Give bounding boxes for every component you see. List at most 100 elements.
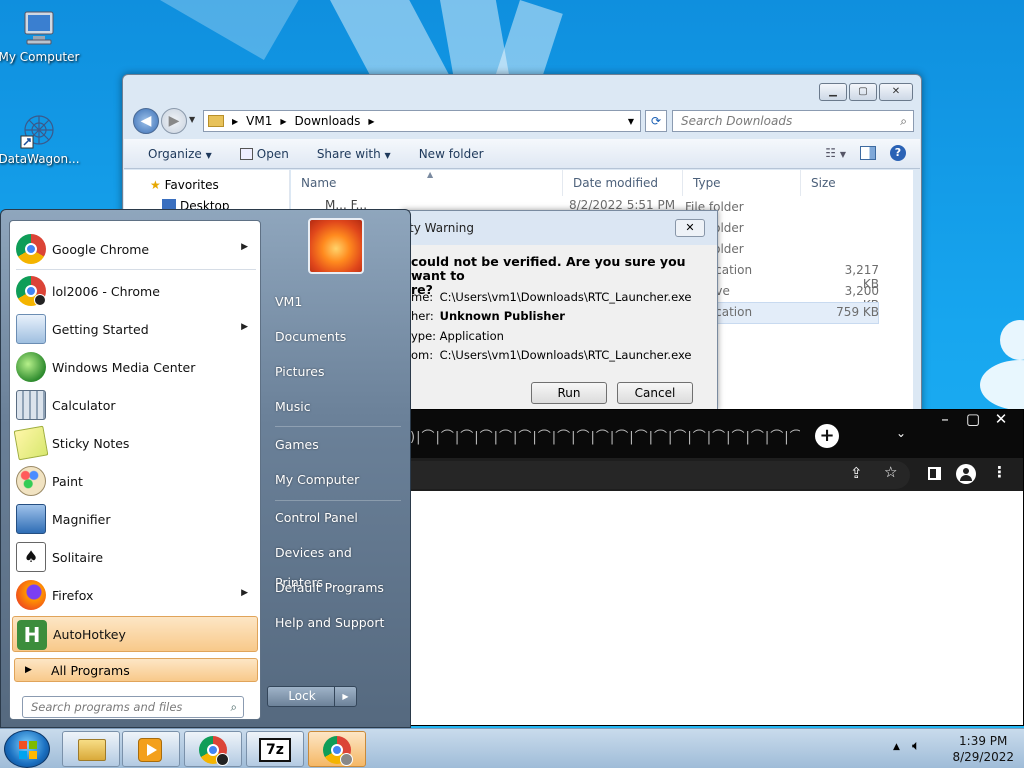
arrow-right-icon: ▶	[25, 665, 32, 675]
omnibox[interactable]	[410, 461, 910, 489]
forward-icon[interactable]: ▶	[161, 108, 187, 134]
program-label: lol2006 - Chrome	[52, 283, 160, 299]
column-header-type[interactable]: Type	[683, 170, 801, 196]
taskbar-media-player[interactable]	[122, 731, 180, 767]
lock-button[interactable]: Lock ▶	[267, 686, 357, 707]
recent-pages-icon[interactable]: ▼	[189, 115, 195, 124]
share-with-button[interactable]: Share with ▼	[317, 147, 391, 161]
search-input[interactable]: Search Downloads ⌕	[672, 110, 914, 132]
start-link-devices-printers[interactable]: Devices and Printers	[275, 538, 403, 590]
taskbar-chrome[interactable]	[184, 731, 242, 767]
close-icon[interactable]: ✕	[986, 410, 1016, 430]
program-getting-started[interactable]: Getting Started ▶	[12, 311, 258, 347]
start-link-games[interactable]: Games	[275, 430, 403, 460]
start-link-control-panel[interactable]: Control Panel	[275, 503, 403, 533]
maximize-icon[interactable]: ▢	[958, 410, 988, 430]
breadcrumb-item[interactable]: VM1	[246, 114, 272, 128]
help-icon[interactable]: ?	[890, 145, 906, 161]
desktop-icon-label: My Computer	[0, 50, 80, 64]
minimize-button[interactable]: ▁	[819, 83, 847, 101]
program-label: Magnifier	[52, 511, 111, 527]
detail-value[interactable]: Unknown Publisher	[440, 309, 565, 323]
computer-icon	[19, 8, 59, 48]
detail-value: Application	[439, 329, 504, 343]
start-link-documents[interactable]: Documents	[275, 322, 403, 352]
tab-search-icon[interactable]: ⌄	[896, 426, 906, 440]
program-magnifier[interactable]: Magnifier	[12, 501, 258, 537]
window-controls: ▁ ▢ ✕	[819, 83, 913, 101]
tab-strip: )|⌒|⌒|⌒|⌒|⌒|⌒|⌒|⌒|⌒|⌒|⌒|⌒|⌒|⌒|⌒|⌒|⌒|⌒|⌒|…	[410, 410, 1023, 458]
chrome-window: )|⌒|⌒|⌒|⌒|⌒|⌒|⌒|⌒|⌒|⌒|⌒|⌒|⌒|⌒|⌒|⌒|⌒|⌒|⌒|…	[409, 409, 1024, 726]
organize-button[interactable]: Organize ▼	[148, 147, 212, 161]
views-icon[interactable]: ☷ ▼	[825, 146, 846, 160]
address-dropdown-icon[interactable]: ▼	[628, 117, 634, 126]
clock[interactable]: 1:39 PM 8/29/2022	[952, 733, 1014, 765]
share-icon[interactable]: ⇪	[850, 464, 863, 482]
back-icon[interactable]: ◀	[133, 108, 159, 134]
start-link-my-computer[interactable]: My Computer	[275, 465, 403, 495]
new-tab-button[interactable]: +	[815, 424, 839, 448]
user-picture[interactable]	[308, 218, 364, 274]
breadcrumb-item[interactable]: Downloads	[295, 114, 361, 128]
column-header-size[interactable]: Size	[801, 170, 881, 196]
address-bar[interactable]: ▶ VM1 ▶ Downloads ▶ ▼	[203, 110, 641, 132]
menu-icon[interactable]: ⋮	[992, 463, 1007, 481]
program-solitaire[interactable]: ♠ Solitaire	[12, 539, 258, 575]
program-paint[interactable]: Paint	[12, 463, 258, 499]
close-button[interactable]: ✕	[675, 219, 705, 237]
start-button[interactable]	[4, 730, 50, 768]
all-programs-button[interactable]: ▶ All Programs	[14, 658, 258, 682]
profile-icon[interactable]	[956, 464, 976, 484]
new-folder-button[interactable]: New folder	[419, 147, 484, 161]
submenu-arrow-icon: ▶	[241, 322, 248, 332]
taskbar-chrome-active[interactable]	[308, 731, 366, 767]
calculator-icon	[16, 390, 46, 420]
7zip-icon: 7z	[259, 738, 291, 762]
favorites-item[interactable]: ★ Favorites	[150, 178, 219, 192]
refresh-icon[interactable]: ⟳	[645, 110, 667, 132]
desktop-icon-datawagon[interactable]: DataWagon...	[0, 110, 81, 166]
program-firefox[interactable]: Firefox ▶	[12, 577, 258, 613]
taskbar-7zip[interactable]: 7z	[246, 731, 304, 767]
maximize-button[interactable]: ▢	[849, 83, 877, 101]
cancel-button[interactable]: Cancel	[617, 382, 693, 404]
clock-date: 8/29/2022	[952, 750, 1014, 764]
dialog-title: ty Warning	[403, 211, 717, 245]
run-button[interactable]: Run	[531, 382, 607, 404]
start-link-vm1[interactable]: VM1	[275, 287, 403, 317]
shutdown-options-icon[interactable]: ▶	[334, 687, 356, 706]
start-search-input[interactable]: Search programs and files ⌕	[22, 696, 244, 718]
program-sticky-notes[interactable]: Sticky Notes	[12, 425, 258, 461]
tab-strip-tabs[interactable]: )|⌒|⌒|⌒|⌒|⌒|⌒|⌒|⌒|⌒|⌒|⌒|⌒|⌒|⌒|⌒|⌒|⌒|⌒|⌒|…	[410, 426, 800, 448]
taskbar-explorer[interactable]	[62, 731, 120, 767]
start-link-pictures[interactable]: Pictures	[275, 357, 403, 387]
share-with-label: Share with	[316, 146, 381, 161]
minimize-icon[interactable]: –	[930, 410, 960, 430]
windows-logo-icon	[19, 741, 37, 759]
preview-pane-icon[interactable]	[860, 146, 876, 160]
program-lol2006-chrome[interactable]: lol2006 - Chrome	[12, 273, 258, 309]
start-menu-right-pane: VM1 Documents Pictures Music Games My Co…	[263, 210, 411, 729]
close-button[interactable]: ✕	[879, 83, 913, 101]
program-calculator[interactable]: Calculator	[12, 387, 258, 423]
wallpaper-cloud	[980, 360, 1024, 410]
search-icon: ⌕	[230, 700, 237, 714]
start-link-help-support[interactable]: Help and Support	[275, 608, 403, 638]
page-content[interactable]	[410, 491, 1023, 725]
toolbar: ⇪ ☆ ⋮	[410, 458, 1023, 491]
paint-icon	[16, 466, 46, 496]
column-header-name[interactable]: Name ▲	[291, 170, 563, 196]
side-panel-icon[interactable]	[928, 467, 941, 480]
desktop-icon-my-computer[interactable]: My Computer	[0, 8, 81, 64]
program-autohotkey[interactable]: H AutoHotkey	[12, 616, 258, 652]
start-link-music[interactable]: Music	[275, 392, 403, 422]
show-hidden-icons[interactable]: ▲	[893, 742, 900, 752]
program-google-chrome[interactable]: Google Chrome ▶	[12, 231, 258, 267]
start-link-default-programs[interactable]: Default Programs	[275, 573, 403, 603]
breadcrumb-separator-icon: ▶	[368, 116, 375, 126]
volume-icon[interactable]: 🔈︎	[912, 738, 920, 754]
bookmark-star-icon[interactable]: ☆	[884, 463, 897, 481]
open-button[interactable]: Open	[239, 147, 289, 161]
program-windows-media-center[interactable]: Windows Media Center	[12, 349, 258, 385]
column-header-date[interactable]: Date modified	[563, 170, 683, 196]
